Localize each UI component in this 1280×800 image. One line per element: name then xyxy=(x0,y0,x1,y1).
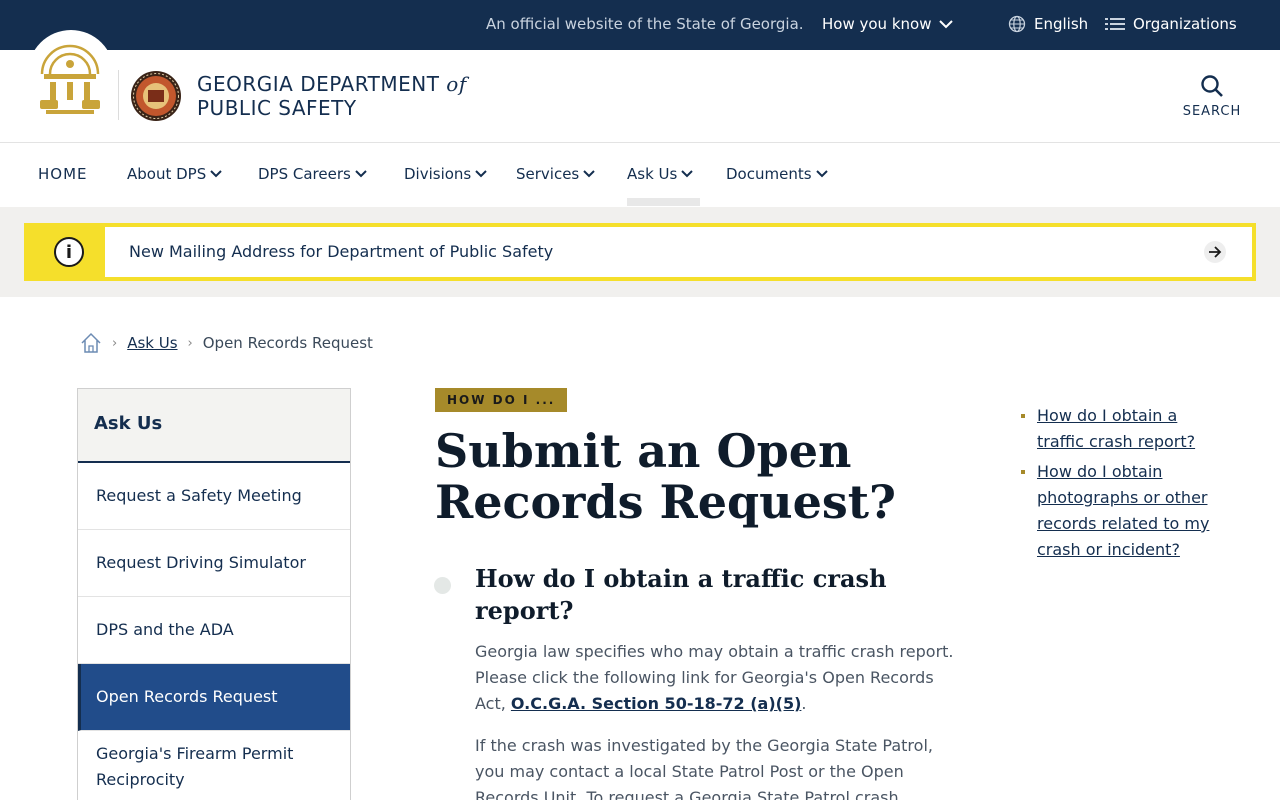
rail-list-item: How do I obtain a traffic crash report? xyxy=(1020,403,1210,455)
agency-name[interactable]: GEORGIA DEPARTMENT of PUBLIC SAFETY xyxy=(197,72,467,120)
nav-about-dps[interactable]: About DPS xyxy=(127,165,222,183)
nav-divisions[interactable]: Divisions xyxy=(404,165,487,183)
breadcrumb-current: Open Records Request xyxy=(202,334,373,352)
sidebar-heading: Ask Us xyxy=(78,389,350,463)
site-header xyxy=(0,50,1280,143)
answer-paragraph-2: If the crash was investigated by the Geo… xyxy=(475,736,933,800)
list-icon xyxy=(1105,18,1125,30)
page-title: Submit an Open Records Request? xyxy=(435,424,896,529)
logo-divider xyxy=(118,70,119,120)
how-you-know-label: How you know xyxy=(822,15,932,33)
chevron-right-icon: › xyxy=(112,335,118,351)
nav-home-label: HOME xyxy=(38,165,88,183)
agency-name-line1: GEORGIA DEPARTMENT xyxy=(197,72,440,96)
question-heading: How do I obtain a traffic crash report? xyxy=(475,564,887,625)
search-icon xyxy=(1201,75,1223,97)
alert-banner[interactable]: i New Mailing Address for Department of … xyxy=(24,223,1256,281)
nav-divisions-label: Divisions xyxy=(404,165,472,183)
language-label: English xyxy=(1034,15,1089,33)
official-site-text: An official website of the State of Geor… xyxy=(486,15,804,33)
arrow-right-icon[interactable] xyxy=(1204,241,1226,263)
chevron-down-icon xyxy=(681,170,694,178)
organizations-link[interactable]: Organizations xyxy=(1105,15,1237,33)
alert-icon-box: i xyxy=(28,227,105,277)
nav-services[interactable]: Services xyxy=(516,165,595,183)
main-navigation: HOME About DPS DPS Careers Divisions Ser… xyxy=(0,143,1280,207)
sidebar-item-dps-ada[interactable]: DPS and the ADA xyxy=(78,597,350,664)
nav-dps-careers-label: DPS Careers xyxy=(258,165,351,183)
breadcrumb-ask-us[interactable]: Ask Us xyxy=(127,334,177,352)
answer-paragraph-1-end: . xyxy=(801,694,807,713)
language-selector[interactable]: English xyxy=(1008,15,1088,33)
search-button[interactable]: SEARCH xyxy=(1182,74,1242,119)
dps-seal-icon[interactable] xyxy=(130,70,182,122)
georgia-state-seal-icon[interactable] xyxy=(36,40,104,116)
nav-documents-label: Documents xyxy=(726,165,812,183)
sidebar-item-safety-meeting[interactable]: Request a Safety Meeting xyxy=(78,463,350,530)
chevron-down-icon xyxy=(939,20,954,29)
ocga-link[interactable]: O.C.G.A. Section 50-18-72 (a)(5) xyxy=(511,694,801,713)
nav-dps-careers[interactable]: DPS Careers xyxy=(258,165,367,183)
organizations-label: Organizations xyxy=(1133,15,1237,33)
sidebar-item-open-records[interactable]: Open Records Request xyxy=(78,664,350,731)
home-icon[interactable] xyxy=(80,332,102,354)
search-label: SEARCH xyxy=(1182,104,1242,119)
nav-ask-us-label: Ask Us xyxy=(627,165,678,183)
info-icon: i xyxy=(54,237,84,267)
agency-name-line2: PUBLIC SAFETY xyxy=(197,96,357,120)
sidebar-item-firearm-reciprocity[interactable]: Georgia's Firearm Permit Reciprocity xyxy=(78,731,350,800)
chevron-down-icon xyxy=(210,170,222,178)
chevron-right-icon: › xyxy=(187,335,193,351)
nav-home[interactable]: HOME xyxy=(38,165,88,183)
section-sidebar: Ask Us Request a Safety Meeting Request … xyxy=(77,388,351,800)
globe-icon xyxy=(1008,15,1026,33)
rail-link-photographs-records[interactable]: How do I obtain photographs or other rec… xyxy=(1037,462,1209,559)
sidebar-item-driving-simulator[interactable]: Request Driving Simulator xyxy=(78,530,350,597)
answer-paragraph-1: Georgia law specifies who may obtain a t… xyxy=(475,639,955,717)
how-you-know-button[interactable]: How you know xyxy=(822,15,954,33)
content-type-tag: HOW DO I ... xyxy=(435,388,568,412)
breadcrumb: › Ask Us › Open Records Request xyxy=(80,332,373,354)
accordion-toggle-dot[interactable] xyxy=(434,577,451,594)
nav-about-dps-label: About DPS xyxy=(127,165,207,183)
chevron-down-icon xyxy=(475,170,487,178)
nav-services-label: Services xyxy=(516,165,580,183)
nav-ask-us[interactable]: Ask Us xyxy=(627,165,694,183)
nav-documents[interactable]: Documents xyxy=(726,165,828,183)
official-site-banner: An official website of the State of Geor… xyxy=(0,0,1280,50)
rail-link-traffic-crash-report[interactable]: How do I obtain a traffic crash report? xyxy=(1037,406,1195,451)
agency-name-of: of xyxy=(446,72,467,96)
chevron-down-icon xyxy=(355,170,367,178)
on-this-page-links: How do I obtain a traffic crash report? … xyxy=(1020,403,1210,567)
chevron-down-icon xyxy=(583,170,595,178)
chevron-down-icon xyxy=(815,170,828,178)
alert-message: New Mailing Address for Department of Pu… xyxy=(129,242,554,261)
rail-list-item: How do I obtain photographs or other rec… xyxy=(1020,459,1210,563)
nav-active-indicator xyxy=(627,198,700,206)
